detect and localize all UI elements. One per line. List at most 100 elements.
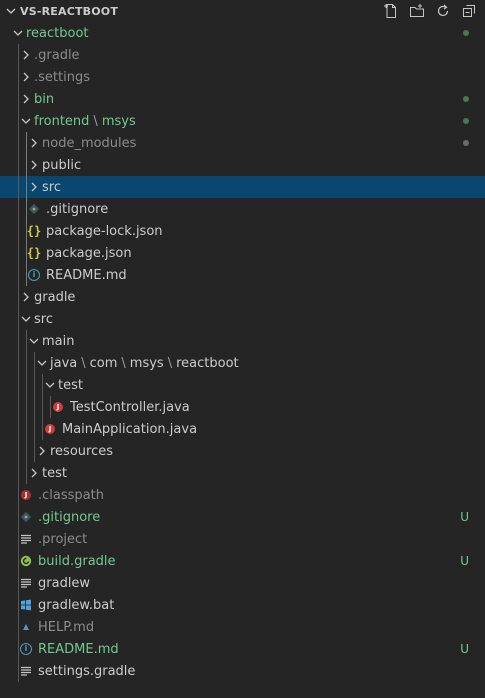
chevron-right-icon[interactable] — [26, 462, 42, 484]
chevron-down-icon[interactable] — [6, 6, 16, 16]
tree-item-name: README.md — [46, 268, 127, 283]
chevron-down-icon[interactable] — [34, 352, 50, 374]
tree-file-readme-md[interactable]: i README.md — [0, 264, 485, 286]
path-separator: \ — [167, 355, 173, 371]
new-folder-icon[interactable] — [409, 3, 425, 19]
tree-item-name: .gitignore — [38, 510, 100, 525]
java-icon: J — [50, 396, 66, 418]
tree-item-name: node_modules — [42, 136, 136, 151]
explorer-header[interactable]: VS-REACTBOOT — [0, 0, 485, 22]
tree-item-name: README.md — [38, 642, 119, 657]
tree-item-name: public — [42, 158, 81, 173]
workspace-title: VS-REACTBOOT — [20, 4, 119, 18]
chevron-right-icon[interactable] — [18, 88, 34, 110]
status-dot-icon — [463, 30, 469, 36]
tree-folder-bin[interactable]: bin — [0, 88, 485, 110]
tree-item-name: gradlew — [38, 576, 90, 591]
tree-item-name: build.gradle — [38, 554, 116, 569]
tree-item-label: test — [58, 377, 83, 393]
chevron-right-icon[interactable] — [18, 286, 34, 308]
tree-folder-java[interactable]: java \ com \ msys \ reactboot — [0, 352, 485, 374]
chevron-right-icon[interactable] — [18, 44, 34, 66]
indent-guide — [26, 132, 27, 286]
explorer-panel: VS-REACTBOOT reactboot .gradle .settings bi… — [0, 0, 485, 698]
tree-folder-test[interactable]: test — [0, 462, 485, 484]
tree-item-name: .project — [38, 532, 87, 547]
tree-file-classpath[interactable]: J .classpath — [0, 484, 485, 506]
chevron-down-icon[interactable] — [18, 308, 34, 330]
chevron-down-icon[interactable] — [26, 330, 42, 352]
tree-file-gitignore[interactable]: .gitignore — [0, 198, 485, 220]
chevron-down-icon[interactable] — [10, 22, 26, 44]
info-icon: i — [26, 264, 42, 286]
tree-file-testcontroller-java[interactable]: J TestController.java — [0, 396, 485, 418]
tree-file-package-json[interactable]: {} package.json — [0, 242, 485, 264]
chevron-right-icon[interactable] — [34, 440, 50, 462]
tree-item-name: .classpath — [38, 488, 104, 503]
tree-file-gradlew-bat[interactable]: gradlew.bat — [0, 594, 485, 616]
indent-guide — [50, 396, 51, 418]
indent-guide — [18, 44, 19, 682]
tree-item-label: README.md — [38, 641, 119, 657]
tree-folder-frontend-msys[interactable]: frontend \ msys — [0, 110, 485, 132]
tree-item-name: package-lock.json — [46, 224, 163, 239]
tree-file-help-md[interactable]: HELP.md — [0, 616, 485, 638]
tree-folder-test[interactable]: test — [0, 374, 485, 396]
tree-file-build-gradle[interactable]: build.gradle U — [0, 550, 485, 572]
tree-item-label: gradle — [34, 289, 76, 305]
tree-folder-gradle[interactable]: .gradle — [0, 44, 485, 66]
json-icon: {} — [26, 224, 42, 238]
chevron-right-icon[interactable] — [18, 66, 34, 88]
git-status-dot — [463, 132, 469, 154]
tree-item-label: frontend — [34, 113, 90, 129]
tree-item-label: .gitignore — [46, 201, 109, 217]
tree-item-label: README.md — [46, 267, 127, 283]
path-separator: \ — [93, 113, 98, 129]
tree-file-settings-gradle[interactable]: settings.gradle — [0, 660, 485, 682]
tree-item-label: main — [42, 333, 75, 349]
windows-icon — [18, 594, 34, 616]
refresh-icon[interactable] — [435, 3, 451, 19]
chevron-right-icon[interactable] — [26, 176, 42, 198]
tree-item-label: reactboot — [26, 25, 89, 41]
chevron-right-icon[interactable] — [26, 132, 42, 154]
untracked-badge: U — [460, 642, 469, 656]
tree-item-label: java — [50, 355, 78, 371]
tree-folder-main[interactable]: main — [0, 330, 485, 352]
chevron-down-icon[interactable] — [42, 374, 58, 396]
tree-file-project[interactable]: .project — [0, 528, 485, 550]
chevron-down-icon[interactable] — [18, 110, 34, 132]
tree-folder-public[interactable]: public — [0, 154, 485, 176]
tree-folder-gradle[interactable]: gradle — [0, 286, 485, 308]
tree-folder-reactboot[interactable]: reactboot — [0, 22, 485, 44]
compact-folder-segment: msys — [129, 355, 164, 371]
tree-folder-resources[interactable]: resources — [0, 440, 485, 462]
tree-item-name: .gitignore — [46, 202, 108, 217]
tree-item-label: .project — [38, 531, 88, 547]
tree-item-label: .gradle — [34, 47, 80, 63]
git-icon — [18, 506, 34, 528]
new-file-icon[interactable] — [383, 3, 399, 19]
tree-file-readme-md[interactable]: i README.md U — [0, 638, 485, 660]
tree-item-name: test — [42, 466, 67, 481]
tree-item-label: src — [34, 311, 53, 327]
tree-folder-settings[interactable]: .settings — [0, 66, 485, 88]
tree-item-name: TestController.java — [70, 400, 190, 415]
tree-item-name: .gradle — [34, 48, 80, 63]
tree-item-name: java \ com \ msys \ reactboot — [50, 356, 239, 371]
tree-folder-src[interactable]: src — [0, 176, 485, 198]
tree-file-package-lock-json[interactable]: {} package-lock.json — [0, 220, 485, 242]
explorer-actions — [383, 3, 477, 19]
chevron-right-icon[interactable] — [26, 154, 42, 176]
tree-file-gitignore[interactable]: .gitignore U — [0, 506, 485, 528]
tree-folder-src[interactable]: src — [0, 308, 485, 330]
tree-folder-node-modules[interactable]: node_modules — [0, 132, 485, 154]
tree-file-gradlew[interactable]: gradlew — [0, 572, 485, 594]
compact-folder-segment: msys — [101, 113, 136, 129]
path-separator: \ — [81, 355, 86, 371]
tree-item-name: main — [42, 334, 74, 349]
tree-file-mainapplication-java[interactable]: J MainApplication.java — [0, 418, 485, 440]
tree-item-name: HELP.md — [38, 620, 94, 635]
collapse-all-icon[interactable] — [461, 3, 477, 19]
file-tree: reactboot .gradle .settings bin frontend \ msy… — [0, 22, 485, 682]
